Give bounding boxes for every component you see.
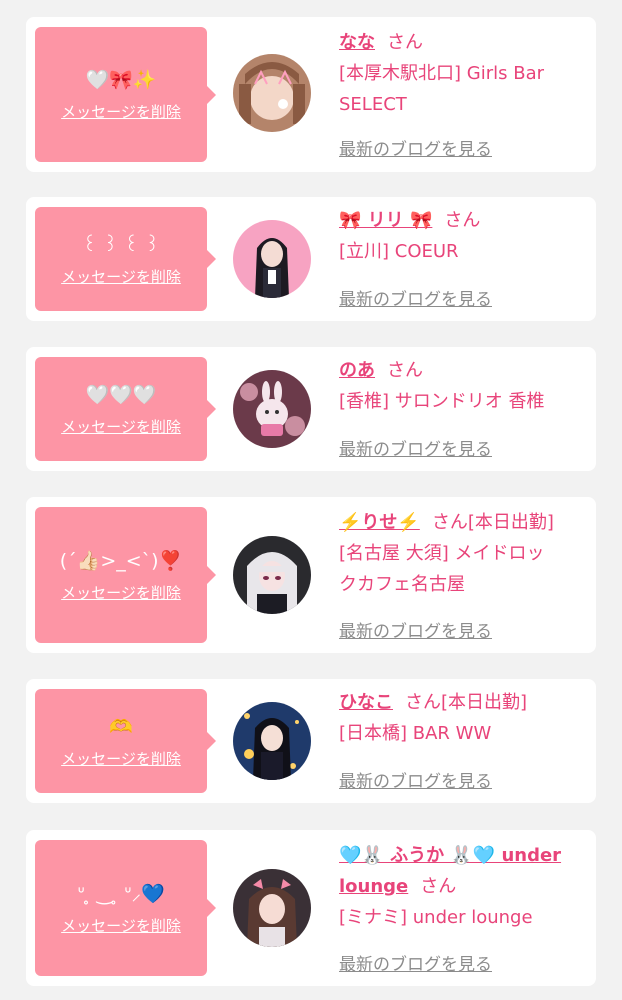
sender-line: なな さん [339,27,591,58]
latest-blog-link[interactable]: 最新のブログを見る [339,135,492,160]
sender-line: ひなこ さん[本日出勤] [339,687,591,718]
shop-name: [香椎] サロンドリオ 香椎 [339,391,545,412]
message-card: (ˊ👍🏻>_<ˋ)❣️ メッセージを削除 ⚡️りせ⚡️ さん[本日出勤] [名古屋… [26,497,596,653]
sender-info: ひなこ さん[本日出勤] [日本橋] BAR WW [339,687,591,749]
sender-name-link[interactable]: のあ [339,360,375,381]
shop-name: [日本橋] BAR WW [339,723,492,744]
delete-message-link[interactable]: メッセージを削除 [61,416,181,437]
honorific: さん [387,360,423,381]
avatar[interactable] [233,869,311,947]
delete-message-link[interactable]: メッセージを削除 [61,915,181,936]
sender-info: のあ さん [香椎] サロンドリオ 香椎 [339,355,591,417]
working-today-tag: [本日出勤] [467,512,554,533]
message-bubble: 🫶 メッセージを削除 [35,689,216,793]
avatar[interactable] [233,370,311,448]
honorific: さん [387,32,423,53]
avatar-photo [233,220,311,298]
sender-info: ⚡️りせ⚡️ さん[本日出勤] [名古屋 大須] メイドロッ クカフェ名古屋 [339,507,591,600]
message-bubble: 🤍🤍🤍 メッセージを削除 [35,357,216,461]
message-bubble: (ˊ👍🏻>_<ˋ)❣️ メッセージを削除 [35,507,216,643]
sender-line: ⚡️りせ⚡️ さん[本日出勤] [339,507,591,538]
message-text: ᐡ ̥ ‿ ̥ ᐡ⸝💙 [77,882,165,905]
honorific: さん [444,210,481,231]
avatar-photo [233,702,311,780]
shop-name: クカフェ名古屋 [339,574,465,595]
latest-blog-link[interactable]: 最新のブログを見る [339,950,492,975]
sender-info: 🎀 リリ 🎀 さん [立川] COEUR [339,205,591,267]
avatar[interactable] [233,54,311,132]
message-card: ᐡ ̥ ‿ ̥ ᐡ⸝💙 メッセージを削除 🩵🐰 ふうか 🐰🩵 under lou… [26,830,596,986]
shop-name: [名古屋 大須] メイドロッ [339,543,545,564]
avatar-photo [233,536,311,614]
delete-message-link[interactable]: メッセージを削除 [61,266,181,287]
sender-name-link[interactable]: 🩵🐰 ふうか 🐰🩵 under [339,845,561,866]
sender-line: のあ さん [339,355,591,386]
delete-message-link[interactable]: メッセージを削除 [61,748,181,769]
latest-blog-link[interactable]: 最新のブログを見る [339,435,492,460]
message-text: 🤍🤍🤍 [85,383,157,406]
message-text: (ˊ👍🏻>_<ˋ)❣️ [59,549,183,572]
working-today-tag: [本日出勤] [441,692,528,713]
avatar-photo [233,54,311,132]
message-list: 🤍🎀✨ メッセージを削除 なな さん [本厚木駅北口] Girls Bar SEL… [0,0,622,1000]
message-text: 🫶 [109,715,133,738]
message-card: 🤍🤍🤍 メッセージを削除 のあ さん [香椎] サロンドリオ 香椎 最新のブログ… [26,347,596,471]
honorific: さん [420,876,457,897]
delete-message-link[interactable]: メッセージを削除 [61,101,181,122]
shop-name: [本厚木駅北口] Girls Bar [339,63,544,84]
sender-line: 🩵🐰 ふうか 🐰🩵 under [339,840,591,871]
sender-name-link[interactable]: なな [339,32,375,53]
message-bubble: ꒰ ꒱ ꒰ ꒱ メッセージを削除 [35,207,216,311]
avatar-photo [233,869,311,947]
delete-message-link[interactable]: メッセージを削除 [61,582,181,603]
honorific: さん [405,692,441,713]
sender-info: なな さん [本厚木駅北口] Girls Bar SELECT [339,27,591,120]
avatar-photo [233,370,311,448]
sender-line: 🎀 リリ 🎀 さん [339,205,591,236]
message-card: 🫶 メッセージを削除 ひなこ さん[本日出勤] [日本橋] BAR WW 最新のブ… [26,679,596,803]
message-text: ꒰ ꒱ ꒰ ꒱ [82,233,160,256]
shop-name: [立川] COEUR [339,241,459,262]
sender-name-link[interactable]: ⚡️りせ⚡️ [339,512,420,533]
avatar[interactable] [233,702,311,780]
message-bubble: 🤍🎀✨ メッセージを削除 [35,27,216,162]
latest-blog-link[interactable]: 最新のブログを見る [339,285,492,310]
sender-line: lounge さん [339,871,591,902]
shop-name: [ミナミ] under lounge [339,907,533,928]
message-text: 🤍🎀✨ [85,69,157,91]
sender-info: 🩵🐰 ふうか 🐰🩵 under lounge さん [ミナミ] under lou… [339,840,591,933]
message-card: 🤍🎀✨ メッセージを削除 なな さん [本厚木駅北口] Girls Bar SEL… [26,17,596,172]
latest-blog-link[interactable]: 最新のブログを見る [339,767,492,792]
honorific: さん [431,512,468,533]
avatar[interactable] [233,536,311,614]
shop-name: SELECT [339,94,407,115]
sender-name-link[interactable]: lounge [339,876,408,897]
avatar[interactable] [233,220,311,298]
message-bubble: ᐡ ̥ ‿ ̥ ᐡ⸝💙 メッセージを削除 [35,840,216,976]
latest-blog-link[interactable]: 最新のブログを見る [339,617,492,642]
sender-name-link[interactable]: 🎀 リリ 🎀 [339,210,432,231]
sender-name-link[interactable]: ひなこ [339,692,393,713]
message-card: ꒰ ꒱ ꒰ ꒱ メッセージを削除 🎀 リリ 🎀 さん [立川] COEUR 最新の… [26,197,596,321]
